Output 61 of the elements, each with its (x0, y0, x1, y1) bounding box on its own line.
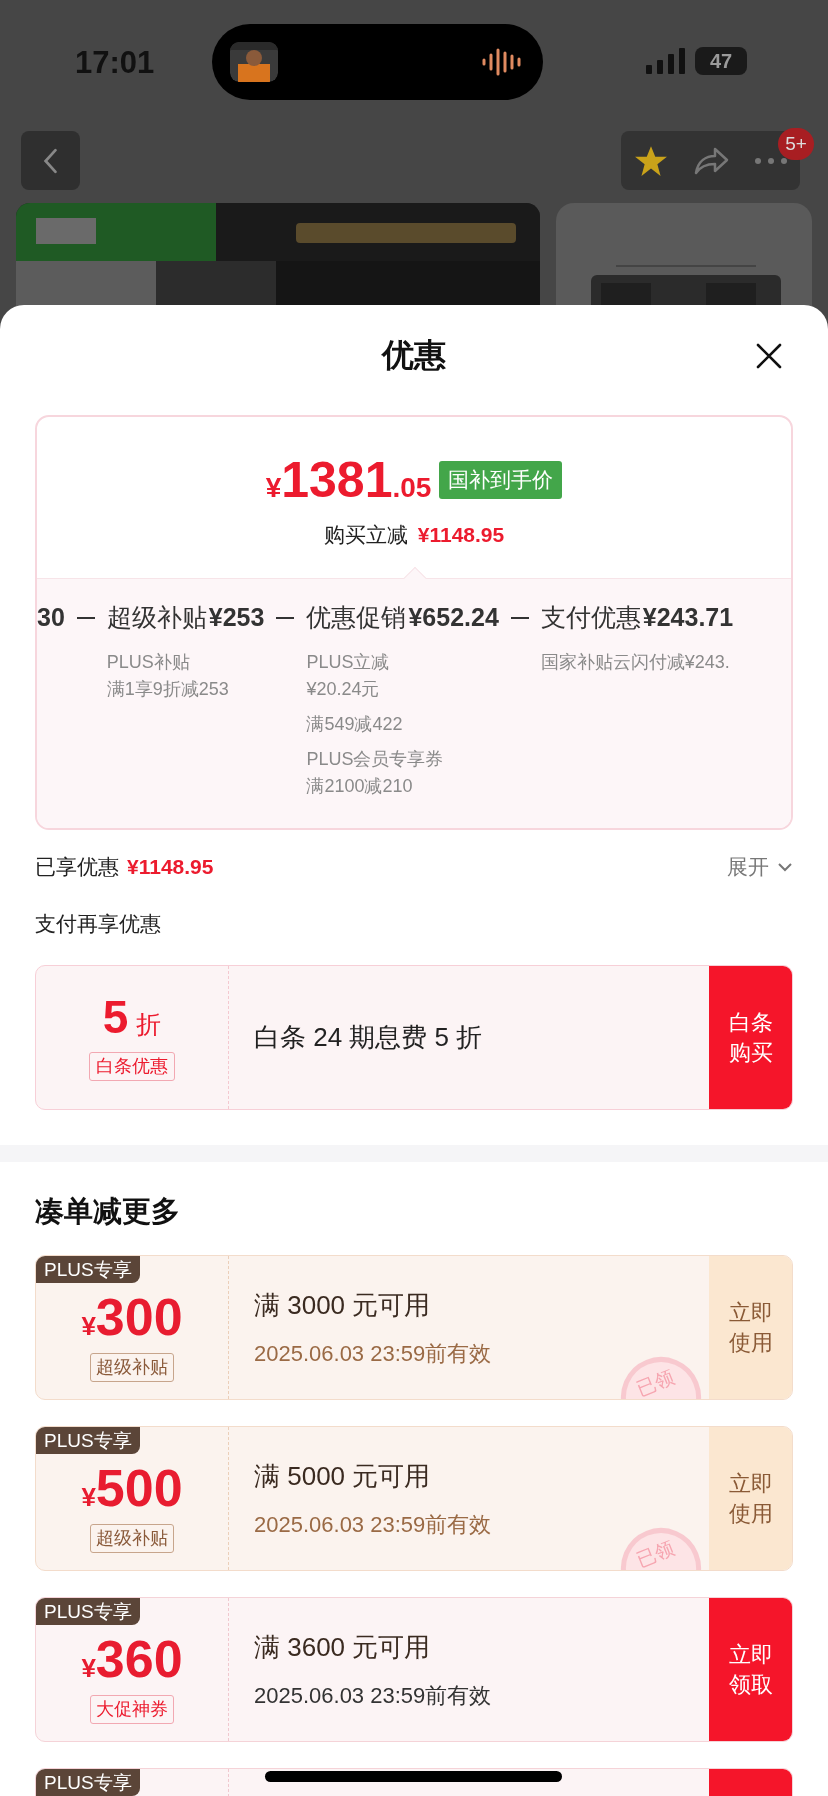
plus-tag: PLUS专享 (36, 1769, 140, 1796)
breakdown-detail: PLUS会员专享券 (306, 747, 445, 771)
share-icon[interactable] (692, 145, 729, 176)
discount-value: 5 (102, 994, 129, 1041)
breakdown-amount: ¥253 (208, 602, 265, 633)
expand-toggle[interactable]: 展开 (727, 851, 793, 883)
minus-icon (510, 617, 529, 619)
chevron-down-icon (777, 862, 793, 872)
minus-icon (76, 617, 95, 619)
breakdown-name: 优惠促销 (306, 602, 407, 633)
enjoyed-label: 已享优惠 (35, 854, 119, 881)
breakdown-detail: 满1享9折减253 (106, 677, 230, 701)
buy-button[interactable]: 白条购买 (709, 966, 792, 1109)
breakdown-amount: ¥243.71 (642, 602, 734, 633)
coupon-title: 满 3000 元可用 (254, 1288, 432, 1322)
coupon-action-button[interactable]: 立即领取 (709, 1598, 792, 1741)
enjoyed-amount: ¥1148.95 (127, 854, 214, 881)
minus-icon (276, 617, 295, 619)
breakdown-amount: ¥652.24 (408, 602, 499, 633)
coupon-badge: 超级补贴 (90, 1353, 174, 1382)
breakdown-detail: 满549减422 (306, 712, 404, 736)
coupon-badge: 超级补贴 (90, 1524, 174, 1553)
section-title: 凑单减更多 (35, 1193, 180, 1229)
price: ¥1381.05 (265, 455, 432, 505)
breakdown-detail: 国家补贴云闪付减¥243. (540, 650, 731, 674)
coupon-action-button[interactable]: 立即使用 (709, 1427, 792, 1570)
coupon-action-button[interactable]: 立即使用 (709, 1256, 792, 1399)
breakdown-name: 支付优惠 (540, 602, 641, 633)
back-icon (41, 146, 60, 175)
offer-badge: 白条优惠 (89, 1051, 175, 1081)
close-icon[interactable] (755, 342, 783, 370)
breakdown-name: 超级补贴 (106, 602, 207, 633)
coupon-date: 2025.06.03 23:59前有效 (254, 1681, 493, 1710)
price-tag: 国补到手价 (439, 461, 563, 499)
more-icon[interactable] (753, 156, 788, 165)
discount-label: 购买立减 (323, 522, 408, 548)
offer-text: 白条 24 期息费 5 折 (254, 1021, 483, 1054)
plus-tag: PLUS专享 (36, 1598, 140, 1625)
coupon-title: 满 3600 元可用 (254, 1630, 432, 1664)
coupon-date: 2025.06.03 23:59前有效 (254, 1510, 493, 1539)
discount-unit: 折 (136, 1009, 162, 1041)
coupon-amount: ¥360 (81, 1633, 183, 1685)
signal-icon (646, 48, 686, 74)
section-title: 支付再享优惠 (35, 911, 161, 938)
plus-tag: PLUS专享 (36, 1427, 140, 1454)
breakdown-amount: 30 (37, 602, 65, 633)
breakdown-detail: 满2100减210 (306, 774, 414, 798)
coupon-amount: ¥300 (81, 1291, 183, 1343)
breakdown-detail: ¥20.24元 (306, 677, 381, 701)
notification-badge: 5+ (778, 128, 814, 160)
coupon-date: 2025.06.03 23:59前有效 (254, 1339, 493, 1368)
discount-amount: ¥1148.95 (417, 522, 505, 548)
breakdown-detail: PLUS补贴 (106, 650, 191, 674)
coupon-amount: ¥500 (81, 1462, 183, 1514)
coupon-title: 满 5000 元可用 (254, 1459, 432, 1493)
sheet-title: 优惠 (382, 336, 446, 375)
breakdown-detail: PLUS立减 (306, 650, 391, 674)
plus-tag: PLUS专享 (36, 1256, 140, 1283)
coupon-badge: 大促神券 (90, 1695, 174, 1724)
battery-level: 47 (709, 49, 733, 74)
back-button[interactable] (21, 131, 80, 190)
